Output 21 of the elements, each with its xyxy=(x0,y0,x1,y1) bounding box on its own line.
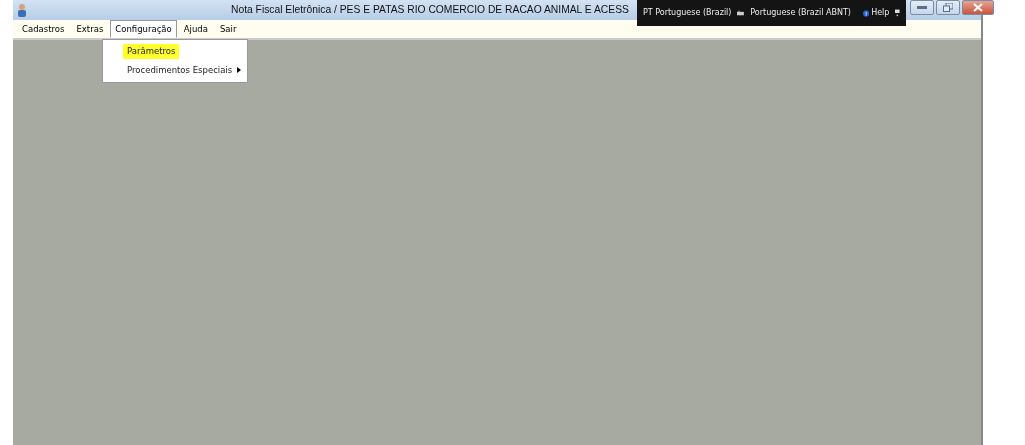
restore-icon xyxy=(943,3,953,12)
close-button[interactable] xyxy=(962,0,994,15)
minimize-button[interactable] xyxy=(910,0,934,15)
restore-bar-icon[interactable] xyxy=(895,7,900,19)
help-label[interactable]: Help xyxy=(871,7,890,19)
close-icon xyxy=(973,3,983,12)
keyboard-icon xyxy=(737,9,745,17)
menu-option[interactable]: Procedimentos Especiais xyxy=(123,62,237,78)
menu-item[interactable]: Sair xyxy=(214,20,242,38)
minimize-icon xyxy=(917,6,927,9)
menu-item[interactable]: Ajuda xyxy=(178,20,213,38)
keyboard-layout-label[interactable]: Portuguese (Brazil ABNT) xyxy=(750,7,851,19)
window-title: Nota Fiscal Eletrônica / PES E PATAS RIO COMERCIO DE RACAO ANIMAL E ACESS xyxy=(231,3,629,18)
language-label[interactable]: PT Portuguese (Brazil) xyxy=(643,7,732,19)
help-icon xyxy=(862,7,870,19)
menu-option[interactable]: Parâmetros xyxy=(123,44,180,59)
menu-item[interactable]: Cadastros xyxy=(17,20,70,38)
app-icon xyxy=(16,3,28,17)
menu-item[interactable]: Extras xyxy=(71,20,109,38)
restore-button[interactable] xyxy=(936,0,960,15)
menu-item[interactable]: Configuração xyxy=(110,20,177,38)
